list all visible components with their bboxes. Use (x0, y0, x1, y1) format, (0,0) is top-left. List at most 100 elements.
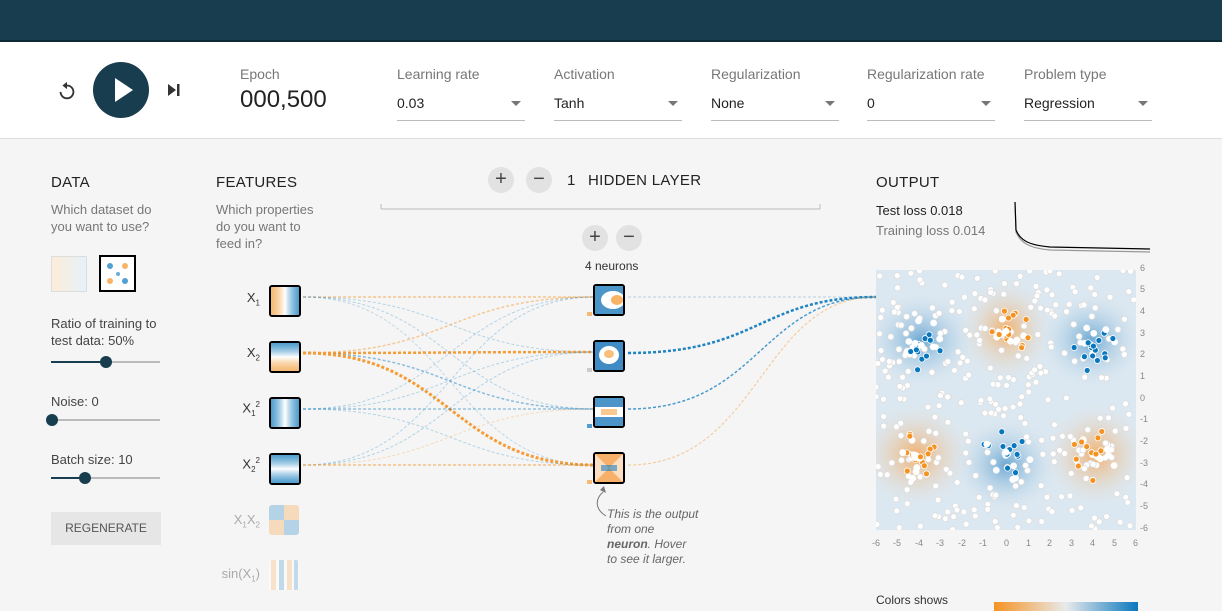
data-point (897, 432, 905, 439)
data-point (1116, 518, 1124, 526)
data-point (948, 307, 956, 314)
data-point (924, 403, 932, 411)
data-point (881, 367, 889, 375)
neuron-4[interactable] (593, 452, 625, 484)
data-point (998, 346, 1005, 354)
data-point (981, 296, 989, 304)
data-point (1037, 369, 1045, 377)
data-point (1077, 504, 1085, 512)
data-point (1065, 300, 1073, 308)
data-point (1031, 366, 1039, 374)
bias-n2[interactable] (587, 368, 592, 372)
data-point (1071, 357, 1078, 365)
data-point (937, 392, 944, 399)
data-point (1012, 469, 1019, 476)
data-point (911, 339, 919, 347)
link-x1sq-n2[interactable] (302, 351, 596, 410)
data-point (944, 358, 952, 366)
data-point (895, 358, 903, 366)
link-n2-out[interactable] (627, 295, 877, 355)
data-point (1043, 493, 1051, 501)
data-point (910, 451, 918, 459)
data-point (956, 359, 964, 367)
data-point (950, 367, 958, 374)
data-point (975, 493, 983, 501)
link-x2sq-n2[interactable] (302, 351, 596, 466)
data-point (1046, 270, 1054, 275)
data-point (1063, 394, 1070, 402)
data-point (1051, 312, 1059, 320)
data-point (1009, 511, 1017, 519)
data-point (1051, 421, 1058, 429)
data-point (1000, 290, 1008, 298)
data-point (1098, 428, 1106, 435)
x-tick: 4 (1090, 538, 1096, 548)
x-tick: -4 (915, 538, 924, 548)
data-point (1110, 462, 1118, 469)
data-point (1084, 426, 1092, 434)
data-point (895, 524, 903, 530)
neuron-4-heatmap (595, 454, 623, 482)
output-plot (876, 270, 1136, 530)
test-loss-value: 0.018 (930, 203, 963, 218)
remove-layer-button[interactable]: − (526, 167, 552, 193)
data-point (1122, 424, 1130, 432)
data-point (986, 484, 994, 492)
data-point (1070, 344, 1078, 351)
data-point (1038, 518, 1046, 525)
data-point (944, 418, 952, 426)
data-point (1007, 337, 1014, 345)
data-point (936, 347, 944, 355)
link-x2-n1[interactable] (302, 296, 596, 354)
data-point (892, 423, 900, 431)
add-neuron-button[interactable]: + (582, 225, 608, 251)
feature-node-x1[interactable] (269, 285, 301, 317)
data-point (932, 482, 940, 490)
data-point (935, 309, 943, 317)
neuron-2-heatmap (595, 342, 623, 370)
link-x1-n4[interactable] (302, 296, 596, 466)
bias-n1[interactable] (587, 312, 592, 316)
neuron-1-heatmap (595, 286, 623, 314)
feature-node-sinx1[interactable] (269, 560, 299, 590)
link-x2-n3[interactable] (302, 352, 596, 410)
output-heatmap[interactable] (876, 270, 1136, 530)
feature-node-x2[interactable] (269, 341, 301, 373)
link-x2sq-n1[interactable] (302, 296, 596, 466)
data-point (902, 330, 910, 337)
neuron-2[interactable] (593, 340, 625, 372)
y-tick: -4 (1140, 479, 1149, 489)
link-n4-out[interactable] (627, 296, 877, 466)
link-n3-out[interactable] (627, 296, 877, 410)
link-x1sq-n1[interactable] (302, 296, 596, 410)
feature-node-x1x2[interactable] (269, 505, 299, 535)
remove-neuron-button[interactable]: − (616, 225, 642, 251)
feature-x2-heatmap (271, 343, 299, 371)
data-point (1036, 362, 1044, 370)
feature-node-x1sq[interactable] (269, 397, 301, 429)
link-x1-n2[interactable] (302, 296, 596, 353)
data-point (1017, 478, 1025, 486)
link-x2-n2[interactable] (302, 350, 596, 355)
link-x2sq-n3[interactable] (302, 408, 596, 466)
data-point (906, 432, 914, 440)
neuron-1[interactable] (593, 284, 625, 316)
data-point (1002, 448, 1010, 456)
data-point (1032, 282, 1040, 290)
data-point (1009, 476, 1017, 483)
x-tick: 2 (1047, 538, 1053, 548)
data-point (1049, 434, 1057, 442)
add-layer-button[interactable]: + (488, 167, 514, 193)
data-point (1103, 513, 1110, 520)
link-x1sq-n4[interactable] (302, 408, 596, 466)
data-point (1001, 405, 1009, 412)
data-point (941, 281, 949, 289)
feature-node-x2sq[interactable] (269, 453, 301, 485)
data-point (1004, 464, 1011, 472)
bias-n3[interactable] (587, 424, 592, 428)
data-point (885, 358, 893, 365)
bias-n4[interactable] (587, 480, 592, 484)
data-point (1080, 301, 1088, 309)
neuron-3[interactable] (593, 396, 625, 428)
data-point (956, 308, 963, 315)
